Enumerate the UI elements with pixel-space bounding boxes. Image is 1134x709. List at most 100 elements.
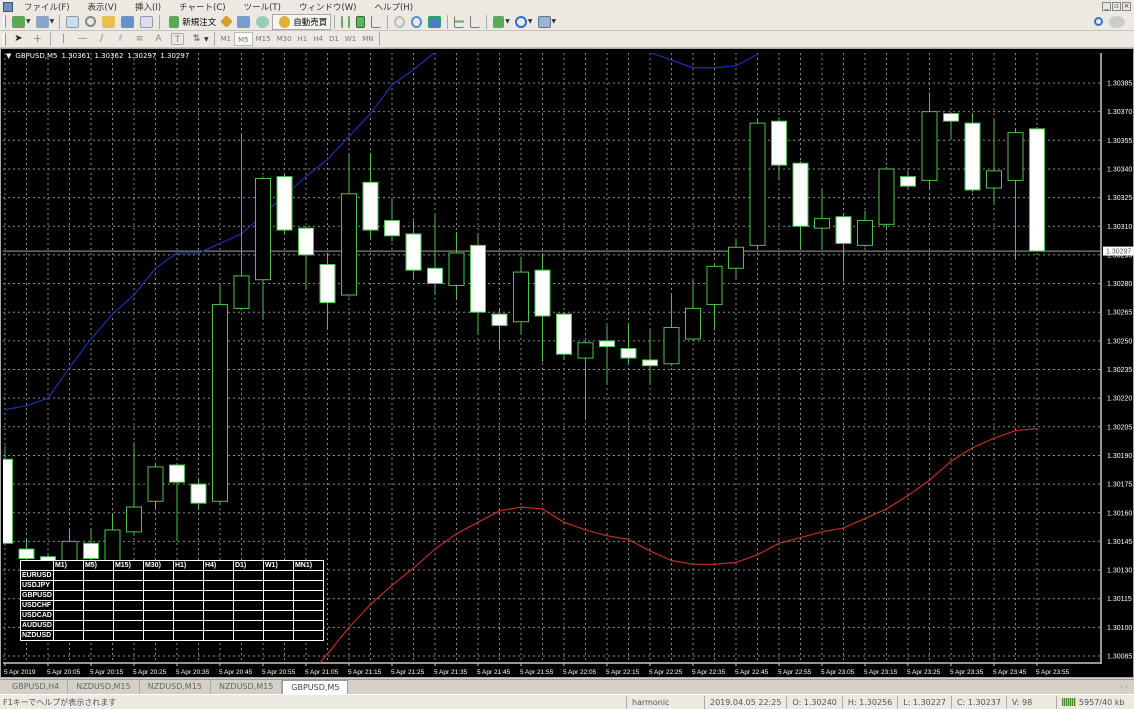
candle (620, 323, 637, 364)
bullish-candle-body (577, 342, 594, 359)
dropdown-arrow-icon[interactable]: ▼ (528, 18, 533, 25)
timeframe-m15[interactable]: M15 (253, 32, 274, 46)
timeframe-m5[interactable]: M5 (234, 32, 253, 46)
candlestick-chart-icon[interactable] (356, 15, 366, 28)
restore-icon[interactable]: ▫ (1112, 2, 1121, 11)
menu-help[interactable]: ヘルプ(H) (365, 1, 422, 13)
zoom-in-icon[interactable] (394, 15, 406, 28)
time-tick-label: 5 Apr 22:25 (649, 669, 683, 676)
upper-band-line (4, 53, 758, 411)
candle (3, 445, 13, 546)
tab-nzdusd-m15[interactable]: NZDUSD,M15 (211, 680, 283, 694)
table-column-header: W1) (262, 560, 294, 571)
zoom-out-icon[interactable] (411, 15, 423, 28)
arrows-icon[interactable]: ⇅ (190, 33, 203, 45)
table-value-cell (202, 620, 234, 631)
table-column-header: M15) (112, 560, 144, 571)
dropdown-arrow-icon[interactable]: ▼ (26, 18, 31, 25)
bar-chart-icon[interactable] (341, 15, 351, 28)
timeframe-mn[interactable]: MN (359, 32, 376, 46)
status-connection: 5957/40 kb (1055, 695, 1130, 709)
bullish-candle-body (147, 466, 164, 502)
table-value-cell (232, 570, 264, 581)
tab-nzdusd-m15[interactable]: NZDUSD,M15 (140, 680, 211, 694)
crosshair-icon[interactable]: + (31, 33, 44, 45)
menu-file[interactable]: ファイル(F) (15, 1, 79, 13)
chart-tabs: GBPUSD,H4 NZDUSD,M15 NZDUSD,M15 NZDUSD,M… (0, 679, 1134, 694)
toolbar-grip[interactable] (3, 32, 6, 46)
app-icon[interactable] (3, 1, 13, 12)
menu-window[interactable]: ウィンドウ(W) (290, 1, 366, 13)
templates-icon[interactable] (537, 15, 551, 28)
text-icon[interactable]: A (152, 33, 165, 45)
line-chart-icon[interactable] (371, 15, 382, 28)
fibonacci-icon[interactable]: ≡ (133, 33, 146, 45)
tab-nzdusd-m15[interactable]: NZDUSD,M15 (68, 680, 140, 694)
current-price-label: 1.30297 (1106, 249, 1131, 256)
candle (405, 220, 422, 278)
candle (83, 529, 99, 561)
tile-windows-icon[interactable] (428, 15, 442, 28)
candle (1007, 128, 1024, 259)
chart-header: ▼ GBPUSD,M5 1.30361 1.30362 1.30297 1.30… (6, 52, 189, 60)
trendline-icon[interactable]: / (95, 33, 108, 45)
profiles-icon[interactable] (35, 15, 49, 28)
periods-icon[interactable] (514, 15, 527, 28)
navigator-icon[interactable] (102, 15, 116, 28)
menu-chart[interactable]: チャート(C) (170, 1, 234, 13)
terminal-icon[interactable] (121, 15, 135, 28)
timeframe-h1[interactable]: H1 (295, 32, 311, 46)
vertical-line-icon[interactable]: | (57, 33, 70, 45)
strategy-tester-icon[interactable] (140, 15, 154, 28)
timeframe-w1[interactable]: W1 (342, 32, 359, 46)
chart-menu-triangle-icon[interactable]: ▼ (6, 52, 11, 60)
equidistant-channel-icon[interactable]: ⫽ (114, 33, 127, 45)
metaeditor-icon[interactable] (220, 15, 234, 28)
menu-view[interactable]: 表示(V) (79, 1, 126, 13)
menu-tools[interactable]: ツール(T) (235, 1, 290, 13)
market-watch-icon[interactable] (66, 15, 80, 28)
horizontal-line-icon[interactable]: — (76, 33, 89, 45)
table-value-cell (262, 630, 294, 641)
menu-insert[interactable]: 挿入(I) (126, 1, 170, 13)
auto-trading-button[interactable]: 自動売買 (272, 13, 332, 30)
cursor-icon[interactable]: ➤ (12, 33, 25, 45)
close-icon[interactable]: × (1122, 2, 1131, 11)
dropdown-arrow-icon[interactable]: ▼ (505, 18, 510, 25)
indicators-icon[interactable] (493, 15, 505, 28)
candle (835, 212, 852, 282)
search-icon[interactable] (1094, 17, 1103, 26)
candle (685, 279, 701, 341)
toolbar-grip[interactable] (3, 15, 6, 28)
table-row: USDJPY (20, 580, 324, 591)
auto-scroll-icon[interactable] (470, 15, 481, 28)
dropdown-arrow-icon[interactable]: ▼ (552, 18, 557, 25)
tab-scroll-arrows-icon[interactable]: ‹ › (1120, 683, 1128, 691)
signals-icon[interactable] (256, 15, 270, 28)
separator (379, 32, 381, 46)
timeframe-m30[interactable]: M30 (274, 32, 295, 46)
status-high: H: 1.30256 (841, 695, 897, 709)
separator (486, 14, 488, 29)
time-tick-label: 5 Apr 21:15 (348, 669, 382, 676)
timeframe-h4[interactable]: H4 (310, 32, 326, 46)
timeframe-m1[interactable]: M1 (218, 32, 235, 46)
tab-gbpusd-m5[interactable]: GBPUSD,M5 (282, 680, 349, 694)
chat-icon[interactable] (1109, 15, 1125, 28)
timeframe-d1[interactable]: D1 (326, 32, 342, 46)
options-icon[interactable] (237, 15, 251, 28)
table-value-cell (52, 570, 84, 581)
new-order-button[interactable]: 新規注文 (163, 14, 219, 30)
new-chart-icon[interactable] (12, 15, 25, 28)
chart-shift-icon[interactable] (454, 15, 465, 28)
dropdown-arrow-icon[interactable]: ▼ (204, 36, 209, 43)
minimize-icon[interactable]: _ (1102, 2, 1111, 11)
candle (18, 539, 35, 561)
new-order-icon (169, 15, 180, 28)
crosshair-data-window-icon[interactable] (85, 16, 97, 27)
table-symbol-cell: EURUSD (20, 570, 54, 581)
tab-gbpusd-h4[interactable]: GBPUSD,H4 (4, 680, 69, 694)
dropdown-arrow-icon[interactable]: ▼ (50, 18, 55, 25)
bullish-candle-body (126, 506, 142, 533)
text-label-icon[interactable]: T (171, 33, 184, 45)
